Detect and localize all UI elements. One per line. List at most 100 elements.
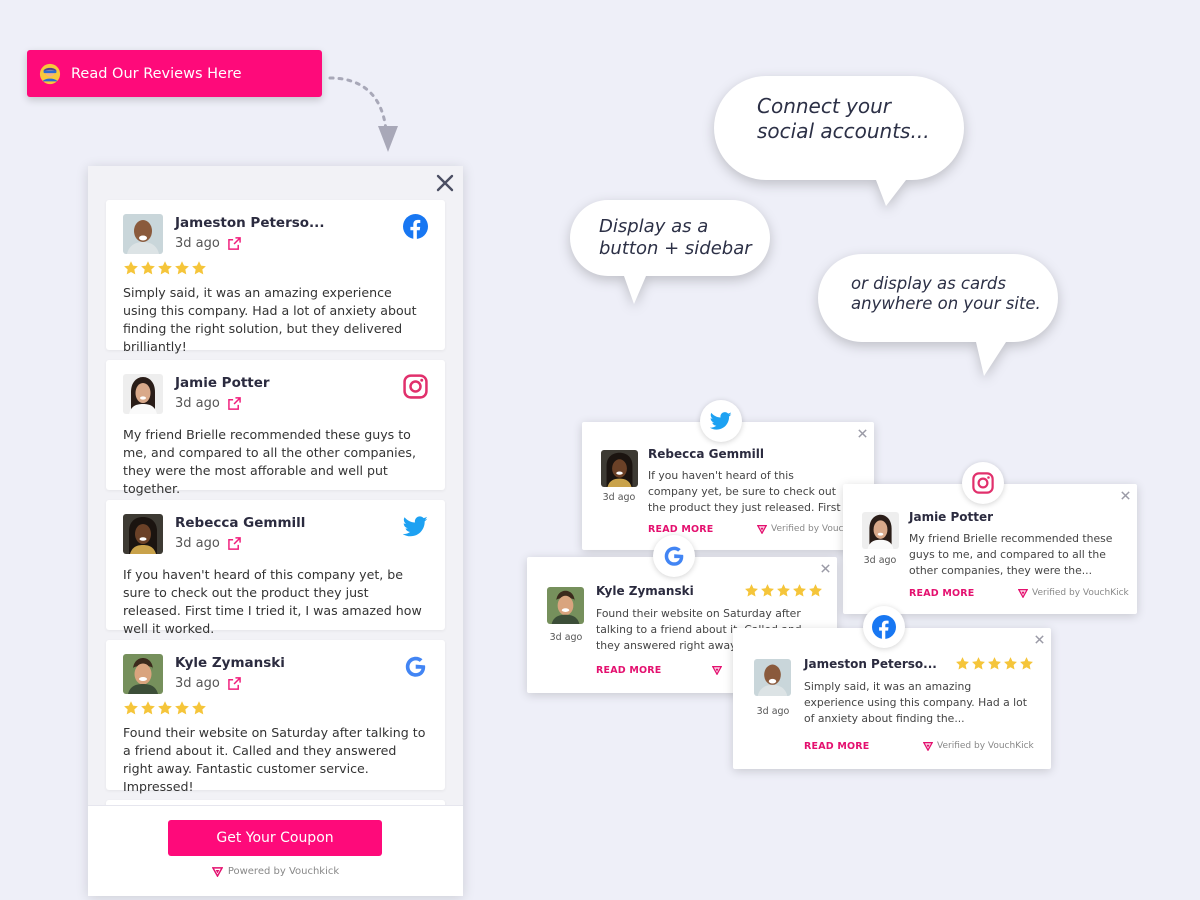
star-icon (776, 583, 791, 598)
sidebar-footer: Get Your Coupon Powered by Vouchkick (88, 805, 463, 896)
read-reviews-button[interactable]: Read Our Reviews Here (27, 50, 322, 97)
close-icon[interactable] (434, 172, 456, 194)
read-more-link[interactable]: READ MORE (596, 665, 661, 676)
star-icon (191, 700, 207, 716)
verified-badge: Verified by VouchKick (923, 741, 1034, 751)
reviewer-name: Kyle Zymanski (175, 655, 285, 671)
google-icon (403, 654, 428, 679)
speech-bubble-display: Display as a button + sidebar (566, 196, 778, 308)
review-card-jameston: 3d ago Jameston Peterso... Simply said, … (733, 628, 1051, 769)
read-more-link[interactable]: READ MORE (804, 741, 869, 752)
external-link-icon[interactable] (228, 237, 241, 250)
google-icon (662, 544, 686, 568)
review-date: 3d ago (175, 536, 220, 551)
review-date: 3d ago (863, 555, 897, 566)
reviewer-name: Rebecca Gemmill (175, 515, 306, 531)
instagram-badge (962, 462, 1004, 504)
close-icon[interactable] (857, 428, 868, 439)
external-link-icon[interactable] (228, 397, 241, 410)
review-text: My friend Brielle recommended these guys… (123, 427, 416, 496)
avatar (123, 514, 163, 554)
review-date: 3d ago (602, 492, 636, 503)
bubble-connect-line2: social accounts... (757, 119, 930, 143)
review-card: Jameston Peterso... 3d ago Simply said, … (106, 200, 445, 354)
reviewer-name: Jamie Potter (909, 510, 994, 524)
speech-bubble-connect: Connect your social accounts... (706, 70, 970, 210)
bubble-connect-line1: Connect your (757, 94, 892, 118)
avatar (754, 659, 791, 696)
close-icon[interactable] (1120, 490, 1131, 501)
close-icon[interactable] (820, 563, 831, 574)
star-rating (123, 260, 428, 276)
review-date: 3d ago (175, 676, 220, 691)
bubble-display-line2: button + sidebar (599, 238, 752, 259)
bubble-display-line1: Display as a (599, 216, 709, 237)
read-more-link[interactable]: READ MORE (909, 588, 974, 599)
review-card-rebecca: 3d ago Rebecca Gemmill If you haven't he… (582, 422, 874, 550)
instagram-icon (403, 374, 428, 399)
star-icon (174, 260, 190, 276)
star-icon (123, 700, 139, 716)
star-rating (744, 583, 823, 598)
twitter-icon (710, 410, 732, 432)
read-more-link[interactable]: READ MORE (648, 524, 713, 535)
star-icon (157, 260, 173, 276)
vouchkick-logo-icon (212, 866, 223, 877)
star-icon (191, 260, 207, 276)
star-icon (808, 583, 823, 598)
reviewer-icon (39, 63, 61, 84)
verified-label: Verified by VouchKick (937, 741, 1034, 751)
review-card-jamie: 3d ago Jamie Potter My friend Brielle re… (843, 484, 1137, 614)
review-text: Simply said, it was an amazing experienc… (123, 285, 417, 354)
facebook-icon (403, 214, 428, 239)
reviewer-name: Kyle Zymanski (596, 584, 694, 598)
google-badge (653, 535, 695, 577)
twitter-icon (403, 514, 428, 539)
avatar (862, 512, 899, 549)
star-icon (987, 656, 1002, 671)
avatar (123, 654, 163, 694)
star-icon (157, 700, 173, 716)
instagram-icon (972, 472, 994, 494)
star-rating (123, 700, 428, 716)
verified-badge: Verified by Vouch (757, 524, 849, 534)
review-text: Found their website on Saturday after ta… (123, 725, 426, 794)
facebook-icon (872, 615, 896, 639)
vouchkick-logo-icon (757, 524, 767, 534)
reviewer-name: Jamie Potter (175, 375, 270, 391)
review-text: My friend Brielle recommended these guys… (909, 532, 1113, 577)
get-coupon-button[interactable]: Get Your Coupon (168, 820, 382, 856)
avatar (123, 214, 163, 254)
star-icon (140, 700, 156, 716)
powered-by: Powered by Vouchkick (88, 866, 463, 877)
star-icon (955, 656, 970, 671)
speech-bubble-cards: or display as cards anywhere on your sit… (816, 250, 1060, 380)
external-link-icon[interactable] (228, 677, 241, 690)
facebook-badge (863, 606, 905, 648)
star-icon (1003, 656, 1018, 671)
review-text: If you haven't heard of this company yet… (123, 567, 422, 636)
twitter-badge (700, 400, 742, 442)
review-date: 3d ago (756, 706, 790, 717)
dotted-arrow-icon (328, 76, 398, 152)
verified-badge: Verified by VouchKick (1018, 588, 1129, 598)
bubble-cards-line2: anywhere on your site. (851, 294, 1041, 313)
star-icon (744, 583, 759, 598)
star-icon (1019, 656, 1034, 671)
avatar (601, 450, 638, 487)
external-link-icon[interactable] (228, 537, 241, 550)
close-icon[interactable] (1034, 634, 1045, 645)
review-date: 3d ago (175, 236, 220, 251)
reviewer-name: Rebecca Gemmill (648, 447, 764, 461)
review-card: Rebecca Gemmill 3d ago If you haven't he… (106, 500, 445, 636)
review-card: Jamie Potter 3d ago My friend Brielle re… (106, 360, 445, 496)
star-rating (955, 656, 1034, 671)
review-card: Kyle Zymanski 3d ago Found their website… (106, 640, 445, 794)
avatar (123, 374, 163, 414)
star-icon (140, 260, 156, 276)
reviews-sidebar: Jameston Peterso... 3d ago Simply said, … (88, 166, 463, 896)
reviewer-name: Jameston Peterso... (175, 215, 325, 231)
powered-by-label[interactable]: Powered by Vouchkick (228, 866, 339, 877)
star-icon (971, 656, 986, 671)
avatar (547, 587, 584, 624)
